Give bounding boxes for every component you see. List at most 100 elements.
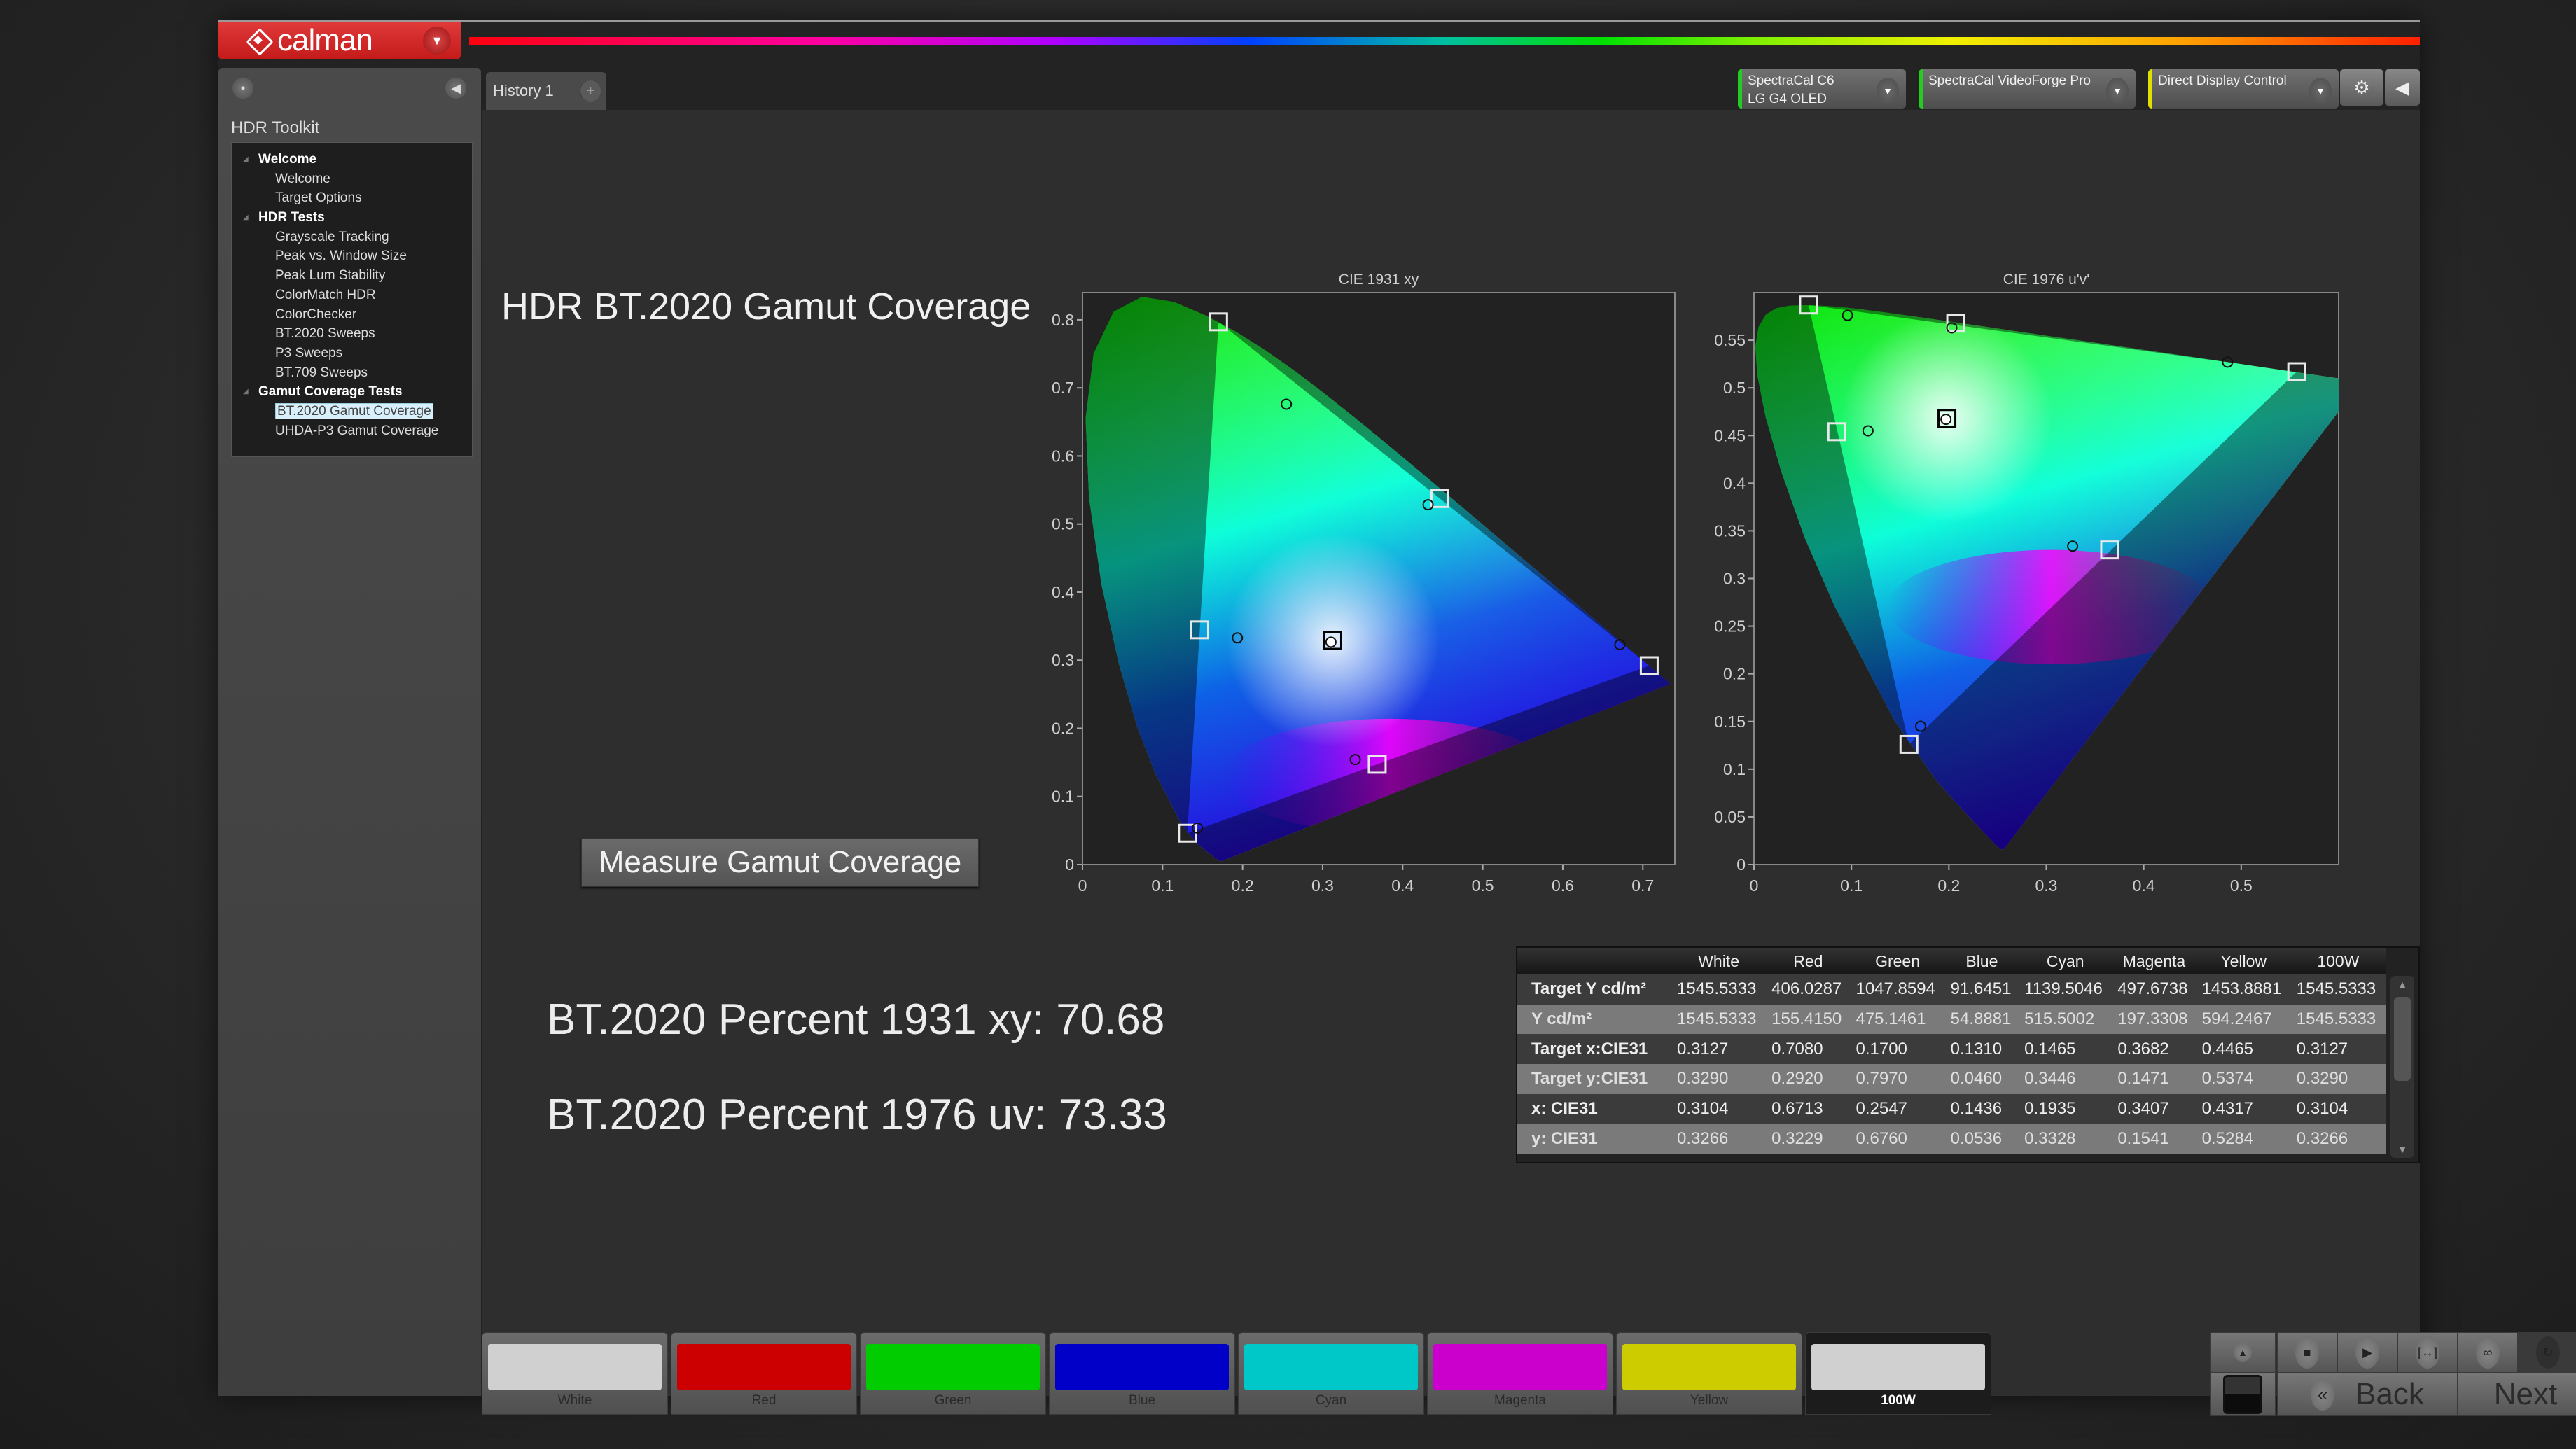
table-cell: 0.3127 bbox=[2290, 1034, 2386, 1065]
display-control-status-indicator bbox=[2148, 69, 2152, 108]
measure-gamut-coverage-button[interactable]: Measure Gamut Coverage bbox=[581, 838, 979, 887]
table-row: Y cd/m² 1545.5333 155.4150 475.1461 54.8881 5… bbox=[1517, 1004, 2386, 1035]
tree-item[interactable]: Target Options bbox=[232, 188, 472, 208]
pattern-generator-selector[interactable]: SpectraCal VideoForge Pro ▼ bbox=[1919, 69, 2136, 108]
y-tick-label: 0.45 bbox=[1714, 426, 1746, 444]
tree-item-label: ColorChecker bbox=[275, 307, 357, 322]
measured-marker-white bbox=[1940, 414, 1952, 426]
tree-item[interactable]: ColorMatch HDR bbox=[232, 286, 472, 305]
row-header: Target Y cd/m² bbox=[1517, 974, 1671, 1004]
table-cell: 1047.8594 bbox=[1850, 974, 1945, 1004]
stop-icon: ■ bbox=[2295, 1336, 2319, 1368]
tab-history-1[interactable]: History 1 + bbox=[486, 72, 606, 110]
next-button[interactable]: Next » bbox=[2458, 1373, 2576, 1416]
loop-button[interactable]: ∞ bbox=[2458, 1332, 2518, 1373]
page-title: HDR BT.2020 Gamut Coverage bbox=[501, 286, 1031, 328]
column-header: Magenta bbox=[2112, 948, 2196, 974]
tree-item[interactable]: Peak vs. Window Size bbox=[232, 246, 472, 266]
table-cell: 515.5002 bbox=[2019, 1004, 2112, 1035]
tree-item[interactable]: BT.2020 Gamut Coverage bbox=[232, 402, 472, 421]
tree-item[interactable]: Grayscale Tracking bbox=[232, 227, 472, 247]
chevron-down-icon[interactable]: ▼ bbox=[2309, 78, 2332, 104]
swatch-label: White bbox=[557, 1393, 592, 1408]
meter-selector[interactable]: SpectraCal C6 LG G4 OLED ▼ bbox=[1738, 69, 1906, 108]
tree-item-label: Gamut Coverage Tests bbox=[258, 384, 403, 400]
pin-icon[interactable]: • bbox=[232, 78, 253, 99]
chart-title: CIE 1931 xy bbox=[1338, 272, 1419, 288]
swatch-red[interactable]: Red bbox=[671, 1332, 857, 1415]
add-tab-icon[interactable]: + bbox=[580, 80, 601, 102]
double-chevron-left-icon: « bbox=[2311, 1378, 2335, 1410]
table-cell: 0.4465 bbox=[2196, 1034, 2291, 1065]
tree-item-label: UHDA-P3 Gamut Coverage bbox=[275, 423, 439, 438]
swatch-label: Green bbox=[934, 1393, 972, 1408]
back-button[interactable]: « Back bbox=[2277, 1373, 2458, 1416]
tree-item[interactable]: BT.2020 Sweeps bbox=[232, 324, 472, 344]
tree-item[interactable]: Welcome bbox=[232, 169, 472, 189]
tree-item[interactable]: BT.709 Sweeps bbox=[232, 363, 472, 383]
table-cell: 0.6760 bbox=[1850, 1124, 1945, 1154]
table-cell: 0.1935 bbox=[2019, 1093, 2112, 1124]
stop-button[interactable]: ■ bbox=[2277, 1332, 2337, 1373]
tree-item[interactable]: P3 Sweeps bbox=[232, 344, 472, 363]
scroll-swatches-up-button[interactable]: ▲ bbox=[2210, 1332, 2276, 1373]
chart-svg: 0 0.1 0.2 0.3 0.4 0.5 0.6 0.7 0.8 0 0.1 0.2 0.3 0.4 0.… bbox=[1052, 292, 1676, 895]
refresh-button[interactable]: ↻ bbox=[2518, 1332, 2576, 1373]
swatch-blue[interactable]: Blue bbox=[1049, 1332, 1235, 1415]
table-cell: 0.3266 bbox=[1671, 1124, 1767, 1154]
back-label: Back bbox=[2355, 1377, 2424, 1411]
collapse-sidebar-icon[interactable]: ◀ bbox=[445, 78, 466, 99]
sidebar: HDR Toolkit Welcome Welcome Target Options… bbox=[218, 110, 481, 1396]
swatch-yellow[interactable]: Yellow bbox=[1616, 1332, 1802, 1415]
tree-item-label: Target Options bbox=[275, 190, 362, 206]
swatch-cyan[interactable]: Cyan bbox=[1238, 1332, 1424, 1415]
calman-menu-button[interactable]: calman ▼ bbox=[218, 22, 461, 59]
tree-item[interactable]: UHDA-P3 Gamut Coverage bbox=[232, 421, 472, 441]
x-tick-label: 0.5 bbox=[2230, 876, 2253, 895]
cie1976-chart: CIE 1976 u'v' 0 0.05 0.1 0.15 0.2 0.25 0.3 0.35… bbox=[1714, 272, 2339, 895]
tree-group[interactable]: Gamut Coverage Tests bbox=[232, 382, 472, 402]
tree-item[interactable]: ColorChecker bbox=[232, 305, 472, 325]
x-tick-label: 0.7 bbox=[1631, 876, 1654, 895]
table-cell: 0.3266 bbox=[2290, 1124, 2386, 1154]
swatch-magenta[interactable]: Magenta bbox=[1427, 1332, 1613, 1415]
tab-label: History 1 bbox=[493, 82, 554, 99]
swatch-label: Magenta bbox=[1494, 1393, 1546, 1408]
tree-group[interactable]: Welcome bbox=[232, 150, 472, 169]
row-header: Target y:CIE31 bbox=[1517, 1064, 1671, 1094]
table-cell: 0.3407 bbox=[2112, 1093, 2196, 1124]
scroll-thumb[interactable] bbox=[2394, 997, 2411, 1081]
collapse-right-button[interactable]: ◀ bbox=[2385, 69, 2420, 106]
fit-button[interactable]: [↔] bbox=[2397, 1332, 2458, 1373]
settings-button[interactable]: ⚙ bbox=[2340, 69, 2383, 106]
table-scrollbar[interactable]: ▲ ▼ bbox=[2390, 976, 2414, 1158]
x-tick-label: 0 bbox=[1750, 876, 1759, 895]
toggle-window-button[interactable] bbox=[2210, 1373, 2276, 1416]
tree-item-label: ColorMatch HDR bbox=[275, 287, 376, 302]
scroll-up-icon[interactable]: ▲ bbox=[2390, 976, 2414, 993]
chevron-down-icon[interactable]: ▼ bbox=[2106, 78, 2129, 104]
gear-icon: ⚙ bbox=[2353, 76, 2370, 98]
table-cell: 0.6713 bbox=[1766, 1093, 1851, 1124]
table-cell: 0.1310 bbox=[1944, 1034, 2019, 1065]
scroll-down-icon[interactable]: ▼ bbox=[2390, 1141, 2414, 1158]
swatch-white[interactable]: White bbox=[482, 1332, 668, 1415]
display-control-selector[interactable]: Direct Display Control ▼ bbox=[2148, 69, 2339, 108]
tree-group[interactable]: HDR Tests bbox=[232, 208, 472, 227]
y-tick-label: 0.4 bbox=[1052, 583, 1074, 601]
color-chip bbox=[1622, 1344, 1796, 1390]
chevron-down-icon[interactable]: ▼ bbox=[423, 27, 451, 55]
y-tick-label: 0.1 bbox=[1723, 760, 1746, 778]
color-chip bbox=[1811, 1344, 1985, 1390]
tree-item-label: Welcome bbox=[275, 171, 330, 186]
x-tick-label: 0.3 bbox=[2035, 876, 2058, 895]
tree-item[interactable]: Peak Lum Stability bbox=[232, 266, 472, 286]
chevron-down-icon[interactable]: ▼ bbox=[1877, 78, 1899, 104]
play-button[interactable]: ▶ bbox=[2337, 1332, 2397, 1373]
swatch-green[interactable]: Green bbox=[860, 1332, 1046, 1415]
y-tick-label: 0.25 bbox=[1714, 617, 1746, 636]
swatch-100w[interactable]: 100W bbox=[1805, 1332, 1991, 1415]
swatch-label: Cyan bbox=[1315, 1393, 1347, 1408]
generator-status-indicator bbox=[1919, 69, 1923, 108]
table-cell: 91.6451 bbox=[1944, 974, 2019, 1004]
